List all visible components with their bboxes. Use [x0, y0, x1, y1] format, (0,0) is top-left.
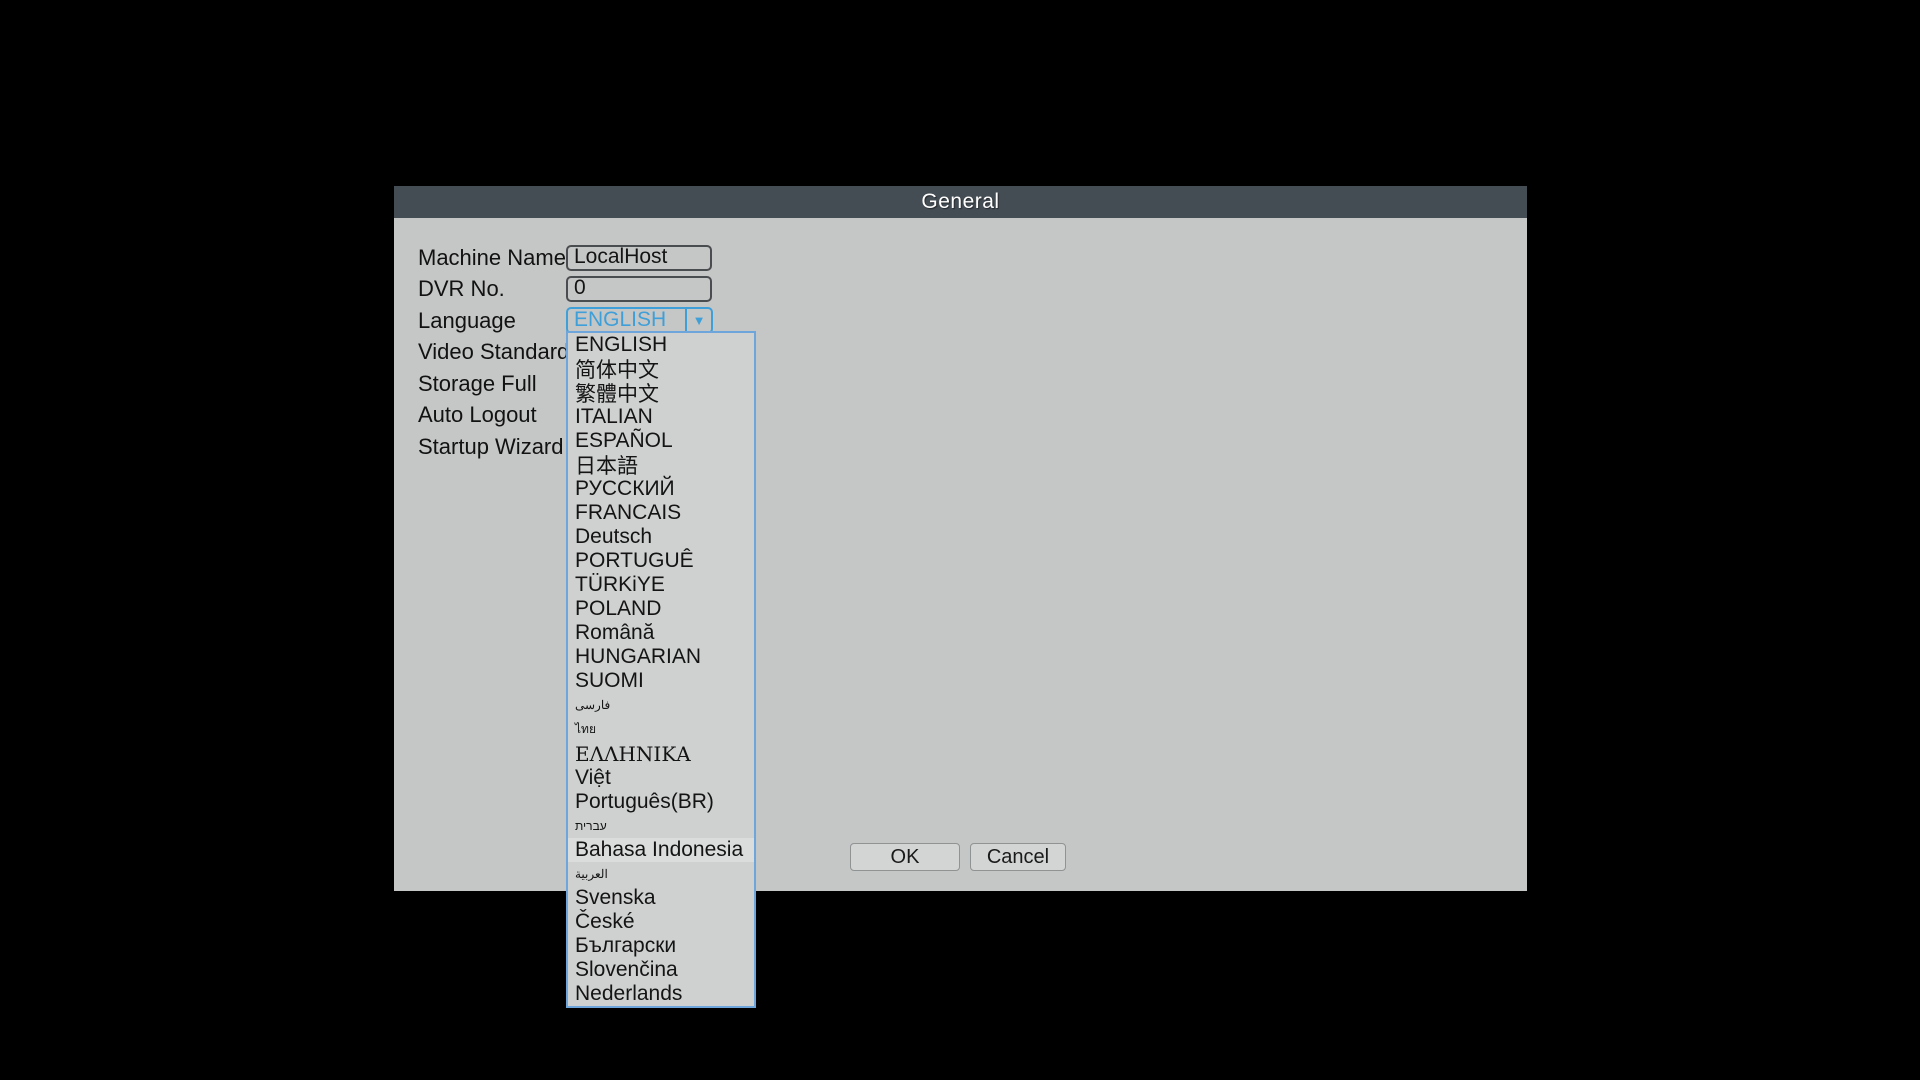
dropdown-item[interactable]: 日本語	[568, 453, 754, 477]
cancel-button[interactable]: Cancel	[970, 843, 1066, 871]
machine-name-row: Machine Name	[418, 242, 978, 274]
dropdown-item[interactable]: РУССКИЙ	[568, 477, 754, 501]
auto-logout-label: Auto Logout	[418, 402, 566, 428]
storage-full-label: Storage Full	[418, 371, 566, 397]
language-dropdown-list: ENGLISH简体中文繁體中文ITALIANESPAÑOL日本語РУССКИЙF…	[566, 331, 756, 1008]
chevron-down-icon: ▼	[693, 314, 706, 327]
dropdown-item[interactable]: České	[568, 910, 754, 934]
dropdown-item[interactable]: Português(BR)	[568, 790, 754, 814]
startup-wizard-label: Startup Wizard	[418, 434, 566, 460]
dropdown-item[interactable]: Slovenčina	[568, 958, 754, 982]
dropdown-item[interactable]: ΕΛΛΗΝΙΚΑ	[568, 742, 754, 766]
dropdown-item[interactable]: FRANCAIS	[568, 501, 754, 525]
dropdown-item[interactable]: Deutsch	[568, 525, 754, 549]
dropdown-item[interactable]: TÜRKiYE	[568, 573, 754, 597]
dropdown-item[interactable]: PORTUGUÊ	[568, 549, 754, 573]
dvr-no-row: DVR No.	[418, 274, 978, 306]
dvr-no-label: DVR No.	[418, 276, 566, 302]
language-dropdown-button[interactable]: ▼	[685, 309, 711, 332]
dropdown-item[interactable]: Български	[568, 934, 754, 958]
video-standard-label: Video Standard	[418, 339, 569, 365]
language-label: Language	[418, 308, 566, 334]
dropdown-item[interactable]: SUOMI	[568, 669, 754, 693]
machine-name-input[interactable]	[566, 245, 712, 271]
dropdown-item[interactable]: ITALIAN	[568, 405, 754, 429]
dropdown-item[interactable]: POLAND	[568, 597, 754, 621]
language-selected-value: ENGLISH	[568, 309, 685, 332]
dialog-title: General	[921, 190, 999, 214]
dropdown-item[interactable]: Bahasa Indonesia	[568, 838, 754, 862]
dropdown-item[interactable]: العربية	[568, 862, 754, 886]
dropdown-item[interactable]: Svenska	[568, 886, 754, 910]
dvr-no-input[interactable]	[566, 276, 712, 302]
dialog-titlebar: General	[394, 186, 1527, 218]
dropdown-item[interactable]: فارسی	[568, 693, 754, 717]
dropdown-item[interactable]: עברית	[568, 814, 754, 838]
dropdown-item[interactable]: HUNGARIAN	[568, 645, 754, 669]
dropdown-item[interactable]: Nederlands	[568, 982, 754, 1006]
dropdown-item[interactable]: Việt	[568, 766, 754, 790]
ok-button[interactable]: OK	[850, 843, 960, 871]
general-settings-dialog: General Machine Name DVR No. Language EN…	[394, 186, 1527, 891]
dropdown-item[interactable]: Română	[568, 621, 754, 645]
dropdown-item[interactable]: 繁體中文	[568, 381, 754, 405]
dropdown-item[interactable]: ไทย	[568, 718, 754, 742]
machine-name-label: Machine Name	[418, 245, 566, 271]
